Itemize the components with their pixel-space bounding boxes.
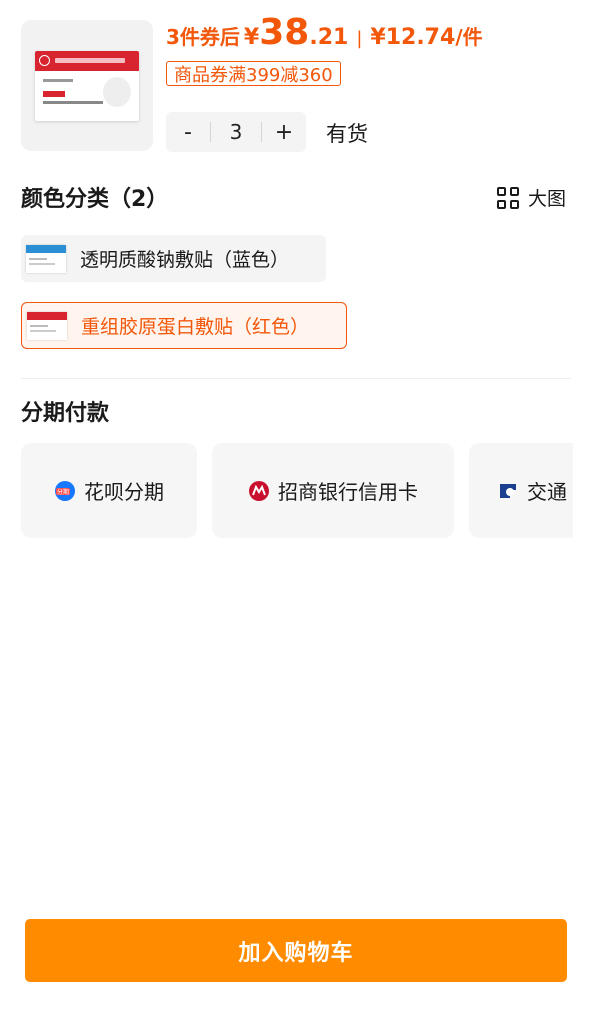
quantity-value[interactable]: 3 [211,120,261,144]
section-divider [21,378,571,379]
facial-mask-package-icon [35,50,139,121]
installment-label: 招商银行信用卡 [278,480,418,504]
quantity-stepper: - 3 + [166,112,306,152]
product-thumbnail[interactable] [21,20,153,151]
red-mask-thumbnail-icon [27,311,67,340]
unit-price: ¥12.74 [370,25,456,50]
installment-option-cmb[interactable]: 招商银行信用卡 [212,443,454,538]
bocom-bank-icon [497,480,519,502]
color-section-title: 颜色分类（2） [21,187,169,212]
svg-text:分期: 分期 [57,488,69,496]
price-currency: ¥ [243,25,260,50]
stock-status: 有货 [326,122,368,146]
price-integer: 38 [259,12,310,53]
unit-suffix: /件 [455,25,483,49]
blue-mask-thumbnail-icon [26,244,66,273]
price-prefix: 3件券后 [166,25,240,49]
grid-icon [497,186,519,209]
installment-label: 交通 [527,480,567,504]
price-separator: | [356,28,363,49]
installment-label: 花呗分期 [84,480,164,504]
price-line: 3件券后 ¥ 38 .21 | ¥12.74 /件 [166,12,483,54]
huabei-icon: 分期 [54,480,76,502]
big-view-label: 大图 [528,188,567,210]
add-to-cart-button[interactable]: 加入购物车 [25,919,567,982]
color-option-red[interactable]: 重组胶原蛋白敷贴（红色） [21,302,347,349]
installment-option-huabei[interactable]: 分期 花呗分期 [21,443,197,538]
installment-option-bocom[interactable]: 交通 [469,443,573,538]
decrease-button[interactable]: - [166,120,210,145]
cmb-bank-icon [248,480,270,502]
color-option-blue[interactable]: 透明质酸钠敷贴（蓝色） [21,235,326,282]
increase-button[interactable]: + [262,120,306,145]
coupon-badge[interactable]: 商品券满399减360 [166,61,341,86]
installment-section-title: 分期付款 [21,401,110,426]
big-view-button[interactable]: 大图 [497,184,566,211]
color-option-label: 透明质酸钠敷贴（蓝色） [80,249,290,271]
color-option-label: 重组胶原蛋白敷贴（红色） [81,316,310,338]
price-decimal: .21 [309,25,349,50]
